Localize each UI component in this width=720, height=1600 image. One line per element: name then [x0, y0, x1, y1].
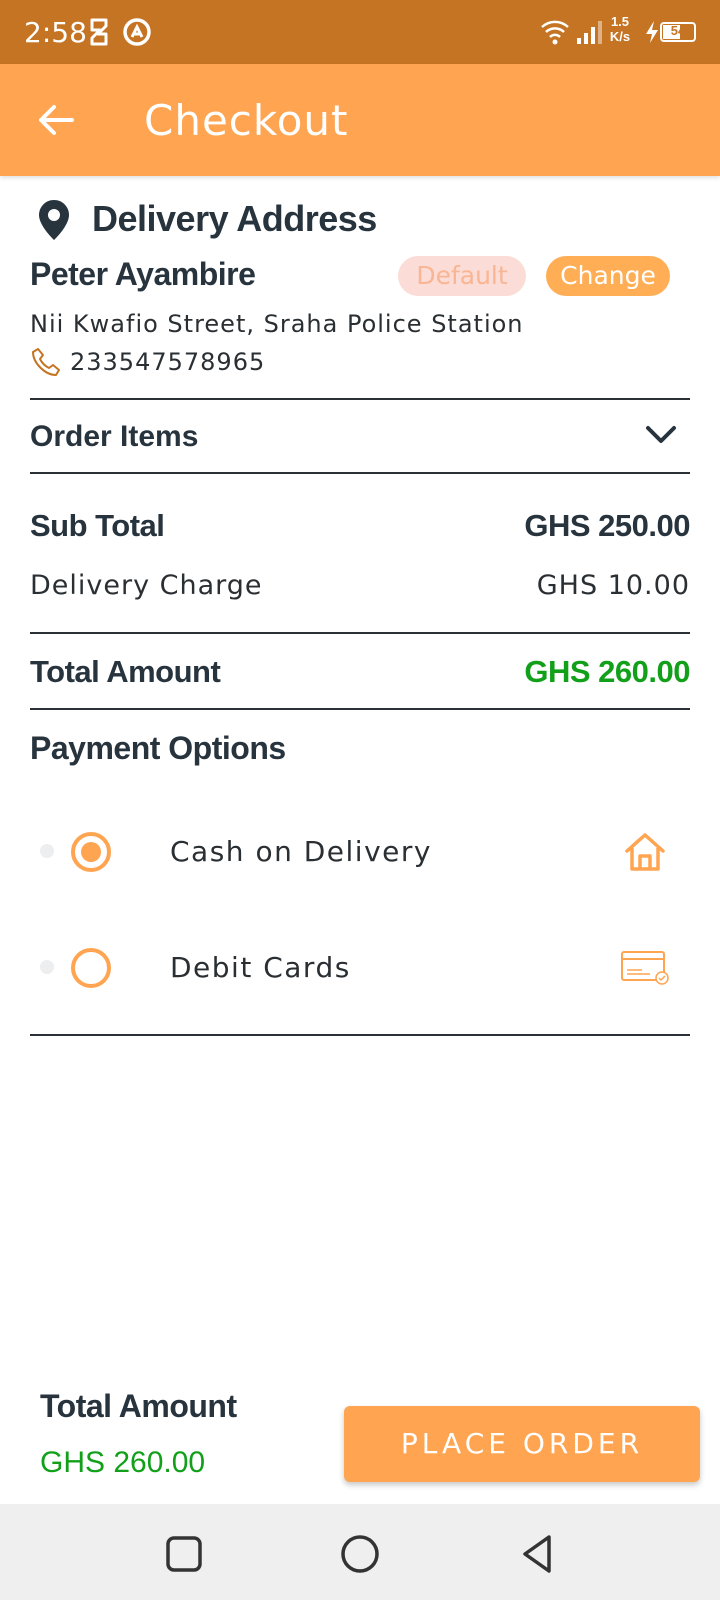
order-items-toggle[interactable]: Order Items: [30, 420, 198, 454]
credit-card-icon: [621, 951, 669, 985]
vpn-icon: [123, 18, 151, 46]
recents-square-icon[interactable]: [162, 1532, 206, 1576]
change-address-button[interactable]: Change: [546, 256, 670, 296]
footer-total-value: GHS 260.00: [40, 1446, 206, 1479]
divider: [30, 398, 690, 400]
address-street: Nii Kwafio Street, Sraha Police Station: [30, 310, 524, 338]
recipient-name: Peter Ayambire: [30, 256, 256, 292]
sim-app-icon: [90, 18, 108, 46]
payment-option-label: Cash on Delivery: [170, 835, 432, 868]
net-speed-value: 1.5: [610, 14, 630, 29]
status-bar: 2:58 1.5 K/s 54: [0, 0, 720, 64]
ripple-dot: [40, 960, 54, 974]
ripple-dot: [40, 844, 54, 858]
location-pin-icon: [39, 200, 69, 240]
subtotal-value: GHS 250.00: [524, 508, 690, 543]
phone-number: 233547578965: [70, 348, 266, 376]
total-amount-value: GHS 260.00: [524, 654, 690, 689]
footer-total-label: Total Amount: [40, 1388, 237, 1424]
cash-radio-button[interactable]: [71, 832, 111, 872]
home-circle-icon[interactable]: [338, 1532, 382, 1576]
charging-icon: [646, 21, 658, 43]
chevron-down-icon[interactable]: [644, 422, 678, 448]
status-time: 2:58: [24, 16, 87, 49]
divider: [30, 1034, 690, 1036]
payment-options-heading: Payment Options: [30, 730, 286, 766]
divider: [30, 472, 690, 474]
net-speed-unit: K/s: [609, 29, 631, 44]
debit-radio-button[interactable]: [71, 948, 111, 988]
system-nav-bar: [0, 1504, 720, 1600]
back-triangle-icon[interactable]: [516, 1532, 560, 1576]
divider: [30, 632, 690, 634]
arrow-left-icon[interactable]: [30, 94, 82, 146]
net-speed: 1.5 K/s: [606, 14, 634, 44]
battery-level: 54: [670, 23, 686, 38]
page-title: Checkout: [144, 96, 349, 145]
total-amount-label: Total Amount: [30, 654, 221, 689]
battery-icon: 54: [660, 22, 696, 42]
delivery-charge-value: GHS 10.00: [536, 570, 690, 601]
place-order-button[interactable]: PLACE ORDER: [344, 1406, 700, 1482]
divider: [30, 708, 690, 710]
phone-icon: [32, 348, 60, 376]
default-badge: Default: [398, 256, 526, 296]
signal-icon: [577, 21, 602, 44]
house-icon: [625, 833, 665, 871]
subtotal-label: Sub Total: [30, 508, 165, 543]
app-bar: Checkout: [0, 64, 720, 176]
delivery-address-heading: Delivery Address: [92, 198, 377, 239]
payment-option-label: Debit Cards: [170, 951, 351, 984]
wifi-icon: [541, 20, 569, 45]
delivery-charge-label: Delivery Charge: [30, 570, 263, 601]
